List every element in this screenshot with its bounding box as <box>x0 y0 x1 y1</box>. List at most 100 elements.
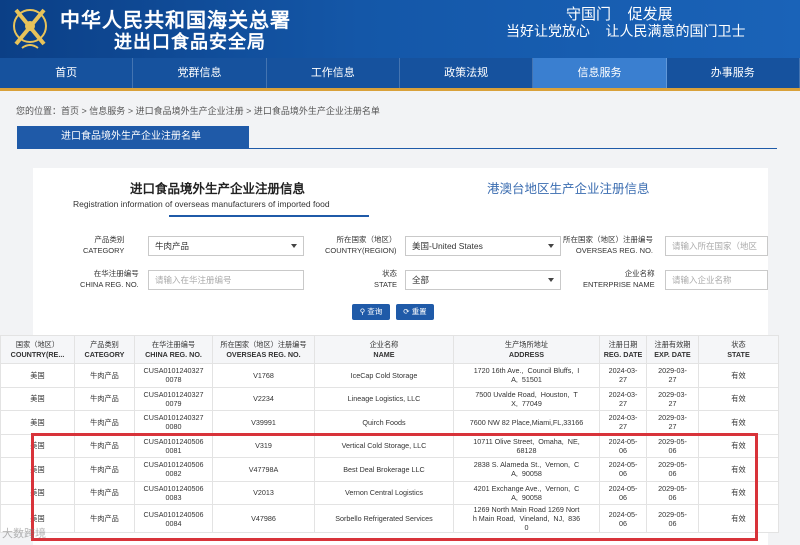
slogan-line-2: 当好让党放心 让人民满意的国门卫士 <box>506 23 746 39</box>
cell-name: Lineage Logistics, LLC <box>314 386 454 411</box>
cell-overseas-reg: V1768 <box>212 363 315 388</box>
col-country-header: 国家（地区） COUNTRY(RE... <box>0 335 75 364</box>
results-table: 国家（地区） COUNTRY(RE... 产品类别 CATEGORY 在华注册编号 C… <box>0 335 779 533</box>
enterprise-input[interactable]: 请输入企业名称 <box>665 270 768 290</box>
category-label: 产品类别 CATEGORY <box>83 235 125 255</box>
cell-category: 牛肉产品 <box>74 386 135 411</box>
cell-name: Best Deal Brokerage LLC <box>314 457 454 482</box>
overseas-reg-input[interactable]: 请输入所在国家（地区 <box>665 236 768 256</box>
cell-country: 美国 <box>0 480 75 505</box>
state-label: 状态 STATE <box>374 269 398 289</box>
cell-category: 牛肉产品 <box>74 410 135 435</box>
table-row: 美国 牛肉产品 CUSA0101240327 0079 V2234 Lineage Lo… <box>0 386 779 411</box>
cell-country: 美国 <box>0 433 75 458</box>
cell-state: 有效 <box>698 433 779 458</box>
chevron-down-icon <box>548 278 554 282</box>
breadcrumb-info-service[interactable]: 信息服务 <box>89 106 125 116</box>
cell-name: Vertical Cold Storage, LLC <box>314 433 454 458</box>
cell-name: Quirch Foods <box>314 410 454 435</box>
cell-category: 牛肉产品 <box>74 457 135 482</box>
cell-address: 1269 North Main Road 1269 Nort h Main Ro… <box>453 504 600 533</box>
cell-address: 2838 S. Alameda St., Vernon, C A, 90058 <box>453 457 600 482</box>
cell-address: 10711 Olive Street, Omaha, NE, 68128 <box>453 433 600 458</box>
cell-address: 4201 Exchange Ave., Vernon, C A, 90058 <box>453 480 600 505</box>
nav-item-2[interactable]: 工作信息 <box>267 58 400 88</box>
country-select[interactable]: 美国-United States <box>405 236 561 256</box>
cell-state: 有效 <box>698 386 779 411</box>
nav-item-0[interactable]: 首页 <box>0 58 134 88</box>
cell-china-reg: CUSA0101240327 0079 <box>134 386 213 411</box>
cell-state: 有效 <box>698 457 779 482</box>
breadcrumb: 您的位置：首页 > 信息服务 > 进口食品境外生产企业注册 > 进口食品境外生产… <box>16 106 380 116</box>
refresh-icon: ⟳ <box>403 307 410 316</box>
cell-reg-date: 2024-05- 06 <box>599 480 647 505</box>
nav-item-3[interactable]: 政策法规 <box>400 58 534 88</box>
table-row: 美国 牛肉产品 CUSA0101240506 0084 V47986 Sorbello … <box>0 504 779 533</box>
col-name-header: 企业名称 NAME <box>314 335 454 364</box>
china-reg-input[interactable]: 请输入在华注册编号 <box>148 270 304 290</box>
cell-address: 7600 NW 82 Place,Miami,FL,33166 <box>453 410 600 435</box>
site-subtitle: 进出口食品安全局 <box>114 32 266 53</box>
search-panel: 进口食品境外生产企业注册信息 Registration information … <box>0 168 779 545</box>
search-icon: ⚲ <box>359 307 366 316</box>
cell-china-reg: CUSA0101240506 0083 <box>134 480 213 505</box>
nav-item-5[interactable]: 办事服务 <box>667 58 800 88</box>
section-divider <box>17 148 777 149</box>
cell-reg-date: 2024-03- 27 <box>599 386 647 411</box>
cell-overseas-reg: V47798A <box>212 457 315 482</box>
cell-country: 美国 <box>0 410 75 435</box>
cell-reg-date: 2024-03- 27 <box>599 363 647 388</box>
cell-category: 牛肉产品 <box>74 363 135 388</box>
cell-state: 有效 <box>698 504 779 533</box>
main-nav: 首页 党群信息 工作信息 政策法规 信息服务 办事服务 <box>0 58 800 88</box>
cell-category: 牛肉产品 <box>74 433 135 458</box>
chevron-down-icon <box>548 244 554 248</box>
col-state-header: 状态 STATE <box>698 335 779 364</box>
table-row: 美国 牛肉产品 CUSA0101240327 0078 V1768 IceCap Col… <box>0 363 779 388</box>
breadcrumb-registration[interactable]: 进口食品境外生产企业注册 <box>136 106 244 116</box>
cell-reg-date: 2024-05- 06 <box>599 457 647 482</box>
cell-country: 美国 <box>0 386 75 411</box>
cell-state: 有效 <box>698 363 779 388</box>
table-row: 美国 牛肉产品 CUSA0101240506 0081 V319 Vertical Co… <box>0 433 779 458</box>
cell-country: 美国 <box>0 457 75 482</box>
nav-divider <box>0 88 800 91</box>
cell-exp-date: 2029-03- 27 <box>646 410 699 435</box>
table-row: 美国 牛肉产品 CUSA0101240327 0080 V39991 Quirch Fo… <box>0 410 779 435</box>
cell-reg-date: 2024-05- 06 <box>599 433 647 458</box>
cell-name: Sorbello Refrigerated Services <box>314 504 454 533</box>
reset-button[interactable]: ⟳ 重置 <box>396 304 434 320</box>
cell-state: 有效 <box>698 480 779 505</box>
cell-china-reg: CUSA0101240506 0081 <box>134 433 213 458</box>
nav-item-4[interactable]: 信息服务 <box>533 58 667 88</box>
cell-china-reg: CUSA0101240327 0080 <box>134 410 213 435</box>
cell-exp-date: 2029-05- 06 <box>646 457 699 482</box>
cell-overseas-reg: V319 <box>212 433 315 458</box>
breadcrumb-home[interactable]: 首页 <box>61 106 79 116</box>
category-select[interactable]: 牛肉产品 <box>148 236 304 256</box>
cell-exp-date: 2029-05- 06 <box>646 480 699 505</box>
cell-overseas-reg: V39991 <box>212 410 315 435</box>
table-header-row: 国家（地区） COUNTRY(RE... 产品类别 CATEGORY 在华注册编号 C… <box>0 335 779 364</box>
state-select[interactable]: 全部 <box>405 270 561 290</box>
customs-emblem-icon <box>13 8 47 49</box>
cell-category: 牛肉产品 <box>74 480 135 505</box>
cell-exp-date: 2029-05- 06 <box>646 504 699 533</box>
active-tab-indicator <box>169 215 369 217</box>
tab-overseas-subtitle: Registration information of overseas man… <box>73 199 330 209</box>
country-label: 所在国家（地区） COUNTRY(REGION) <box>325 235 397 255</box>
overseas-reg-label: 所在国家（地区）注册编号 OVERSEAS REG. NO. <box>563 235 653 255</box>
watermark-text: 大数跨境 <box>2 528 46 540</box>
col-address-header: 生产场所地址 ADDRESS <box>453 335 600 364</box>
tab-hk-macao-taiwan[interactable]: 港澳台地区生产企业注册信息 <box>487 178 650 197</box>
cell-overseas-reg: V2234 <box>212 386 315 411</box>
cell-exp-date: 2029-03- 27 <box>646 386 699 411</box>
col-overseas-reg-header: 所在国家（地区）注册编号 OVERSEAS REG. NO. <box>212 335 315 364</box>
cell-reg-date: 2024-03- 27 <box>599 410 647 435</box>
nav-item-1[interactable]: 党群信息 <box>133 58 267 88</box>
search-button[interactable]: ⚲ 查询 <box>352 304 390 320</box>
cell-exp-date: 2029-05- 06 <box>646 433 699 458</box>
china-reg-label: 在华注册编号 CHINA REG. NO. <box>80 269 139 289</box>
cell-china-reg: CUSA0101240506 0084 <box>134 504 213 533</box>
cell-name: IceCap Cold Storage <box>314 363 454 388</box>
